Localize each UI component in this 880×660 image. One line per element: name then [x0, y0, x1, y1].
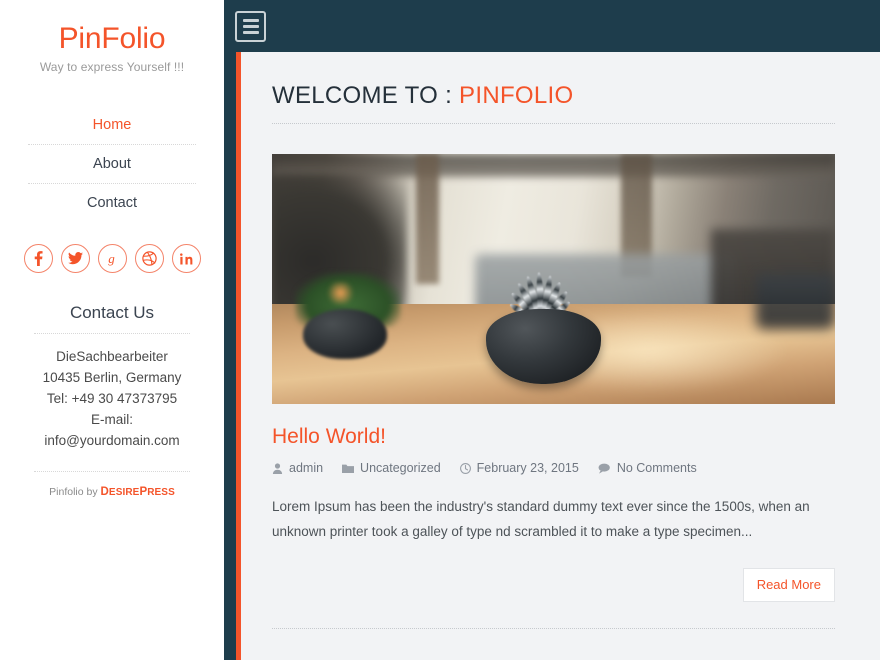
svg-text:g: g — [108, 251, 115, 266]
read-more-button[interactable]: Read More — [742, 568, 835, 602]
credit-divider — [34, 471, 190, 472]
post-divider — [272, 628, 835, 629]
welcome-prefix: WELCOME TO : — [272, 82, 460, 109]
twitter-icon[interactable] — [60, 244, 90, 273]
facebook-icon[interactable] — [23, 244, 53, 273]
social-links: g — [0, 244, 224, 273]
welcome-brand: PINFOLIO — [459, 82, 574, 109]
contact-email[interactable]: info@yourdomain.com — [18, 430, 206, 451]
post-category[interactable]: Uncategorized — [342, 461, 441, 475]
page-root: PinFolio Way to express Yourself !!! Hom… — [0, 0, 880, 660]
dribbble-icon[interactable] — [134, 244, 164, 273]
page-title: WELCOME TO : PINFOLIO — [272, 82, 835, 124]
read-more-row: Read More — [272, 568, 835, 602]
post-excerpt: Lorem Ipsum has been the industry's stan… — [272, 499, 810, 539]
hamburger-line-2 — [242, 24, 259, 28]
credit-brand[interactable]: DESIREPRESS — [100, 486, 175, 498]
contact-email-label: E-mail: — [90, 412, 133, 427]
site-title[interactable]: PinFolio — [0, 22, 224, 56]
image-window-frame-left — [415, 154, 440, 284]
hamburger-line-1 — [242, 18, 259, 22]
contact-name: DieSachbearbeiter — [56, 349, 168, 364]
main-area: WELCOME TO : PINFOLIO Hello World! admin… — [224, 0, 880, 660]
post-comments-label: No Comments — [616, 461, 697, 475]
site-tagline: Way to express Yourself !!! — [39, 60, 185, 74]
content-panel: WELCOME TO : PINFOLIO Hello World! admin… — [241, 52, 880, 660]
linkedin-icon[interactable] — [171, 244, 201, 273]
image-background-pot — [302, 309, 388, 359]
top-bar — [224, 0, 880, 52]
post-date: February 23, 2015 — [459, 461, 579, 475]
nav-item-about[interactable]: About — [28, 145, 196, 184]
post-meta: admin Uncategorized February 23, 2015 No… — [272, 461, 835, 475]
credit-brand-esire: ESIRE — [108, 487, 140, 498]
sidebar: PinFolio Way to express Yourself !!! Hom… — [0, 0, 224, 660]
accent-stripe-dark — [224, 52, 236, 660]
credit-prefix: Pinfolio by — [49, 486, 101, 498]
folder-icon — [342, 464, 355, 473]
contact-divider — [34, 333, 190, 334]
google-plus-icon[interactable]: g — [97, 244, 127, 273]
hamburger-icon[interactable] — [235, 10, 266, 42]
nav-item-contact[interactable]: Contact — [28, 184, 196, 222]
featured-image — [272, 154, 835, 404]
credit-brand-ress: RESS — [147, 487, 175, 498]
image-foreground-blur — [756, 274, 835, 329]
contact-heading: Contact Us — [69, 303, 155, 322]
user-icon — [272, 462, 283, 474]
contact-phone: Tel: +49 30 47373795 — [46, 391, 178, 406]
footer-credit: Pinfolio by DESIREPRESS — [0, 486, 224, 498]
clock-icon — [459, 462, 471, 474]
post-title[interactable]: Hello World! — [272, 425, 835, 449]
image-bokeh-light — [325, 281, 357, 304]
contact-details: DieSachbearbeiter 10435 Berlin, Germany … — [0, 346, 224, 451]
primary-navigation: Home About Contact — [0, 106, 224, 222]
comment-icon — [598, 463, 610, 474]
contact-address: 10435 Berlin, Germany — [42, 370, 182, 385]
post-author-label: admin — [289, 461, 324, 475]
post-date-label: February 23, 2015 — [476, 461, 579, 475]
nav-item-home[interactable]: Home — [28, 106, 196, 145]
post-comments[interactable]: No Comments — [598, 461, 697, 475]
post-category-label: Uncategorized — [360, 461, 441, 475]
post-author[interactable]: admin — [272, 461, 323, 475]
credit-brand-d: D — [100, 486, 109, 498]
hamburger-line-3 — [242, 30, 259, 34]
